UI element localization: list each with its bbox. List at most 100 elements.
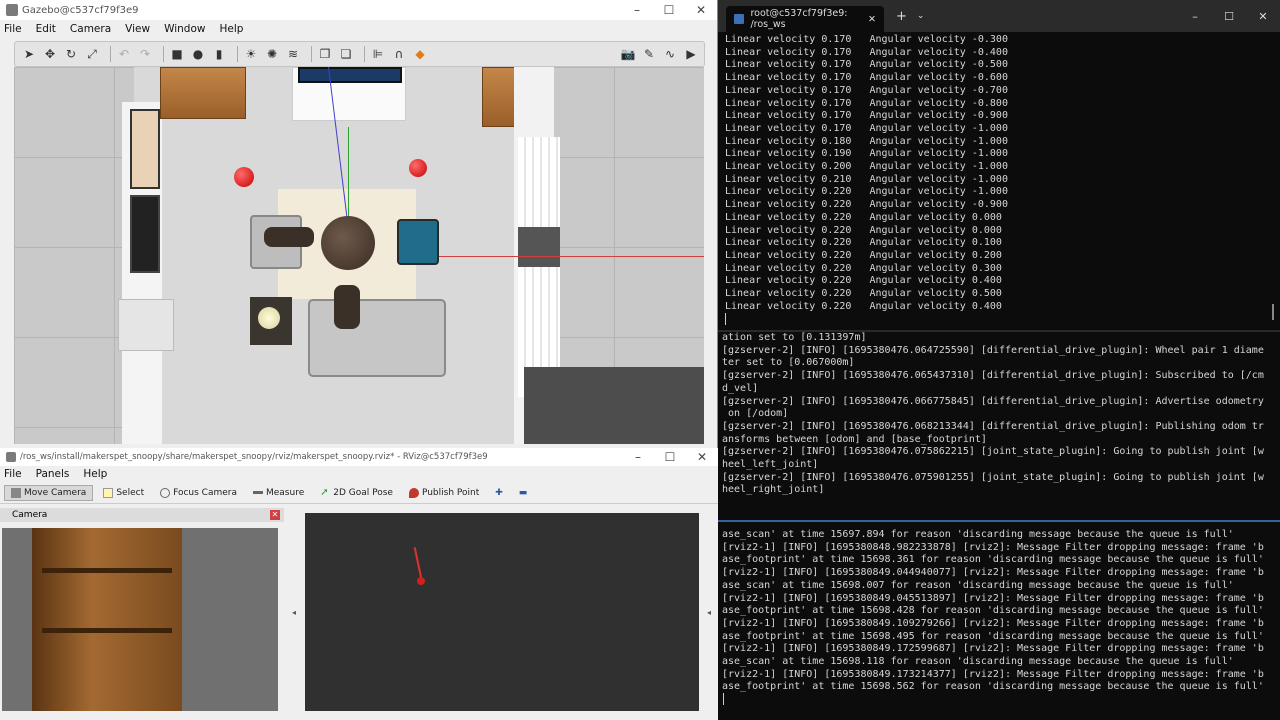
sphere-shape-icon[interactable]: ● <box>190 46 206 62</box>
terminal-pane-gzserver[interactable]: ation set to [0.131397m] [gzserver-2] [IN… <box>722 332 1278 516</box>
terminal-line: Linear velocity 0.220 Angular velocity 0… <box>725 211 1002 223</box>
scale-mode-icon[interactable]: ⤢ <box>84 46 100 62</box>
menu-window[interactable]: Window <box>164 23 205 35</box>
spot-light-icon[interactable]: ✺ <box>264 46 280 62</box>
menu-view[interactable]: View <box>125 23 150 35</box>
point-light-icon[interactable]: ☀ <box>243 46 259 62</box>
snap-icon[interactable]: ∩ <box>391 46 407 62</box>
menu-panels[interactable]: Panels <box>36 468 70 480</box>
copy-icon[interactable]: ❐ <box>317 46 333 62</box>
measure-tool[interactable]: Measure <box>247 486 310 500</box>
translate-mode-icon[interactable]: ✥ <box>42 46 58 62</box>
terminal-tab[interactable]: root@c537cf79f3e9: /ros_ws ✕ <box>726 6 884 32</box>
terminal-line: Linear velocity 0.170 Angular velocity -… <box>725 97 1008 109</box>
undo-icon[interactable]: ↶ <box>116 46 132 62</box>
terminal-line: ase_scan' at time 15698.118 for reason '… <box>722 656 1234 668</box>
directional-light-icon[interactable]: ≋ <box>285 46 301 62</box>
log-icon[interactable]: ✎ <box>641 46 657 62</box>
terminal-pane-teleop[interactable]: Linear velocity 0.170 Angular velocity -… <box>725 34 1273 330</box>
terminal-line: Linear velocity 0.180 Angular velocity -… <box>725 135 1008 147</box>
splitter-arrow-left-icon[interactable]: ◂ <box>292 608 296 617</box>
select-tool[interactable]: Select <box>97 486 150 500</box>
terminal-line: ase_scan' at time 15698.007 for reason '… <box>722 579 1234 591</box>
box-shape-icon[interactable]: ■ <box>169 46 185 62</box>
select-icon <box>103 487 114 498</box>
plot-icon[interactable]: ∿ <box>662 46 678 62</box>
maximize-icon[interactable]: ☐ <box>1212 10 1246 23</box>
screenshot-icon[interactable]: 📷 <box>620 46 636 62</box>
terminal-line: Linear velocity 0.220 Angular velocity 0… <box>725 288 1002 300</box>
change-view-icon[interactable]: ◆ <box>412 46 428 62</box>
terminal-line: d_vel] <box>722 382 759 394</box>
close-icon[interactable]: ✕ <box>685 3 717 17</box>
measure-label: Measure <box>265 487 305 498</box>
gazebo-3d-scene[interactable] <box>14 67 704 444</box>
align-icon[interactable]: ⊫ <box>370 46 386 62</box>
maximize-icon[interactable]: ☐ <box>653 3 685 17</box>
paste-icon[interactable]: ❏ <box>338 46 354 62</box>
wall-picture-dark <box>130 195 160 273</box>
maximize-icon[interactable]: ☐ <box>654 450 686 464</box>
rviz-titlebar: /ros_ws/install/makerspet_snoopy/share/m… <box>0 448 718 466</box>
rotate-mode-icon[interactable]: ↻ <box>63 46 79 62</box>
rviz-3d-view[interactable] <box>305 513 699 711</box>
armchair-teal <box>397 219 439 265</box>
add-tool-button[interactable]: ✚ <box>489 486 509 500</box>
terminal-line: [rviz2-1] [INFO] [1695380849.173214377] … <box>722 668 1264 680</box>
minimize-icon[interactable]: – <box>621 3 653 17</box>
camera-image-view[interactable] <box>2 528 278 711</box>
splitter-arrow-right-icon[interactable]: ◂ <box>707 608 711 617</box>
close-panel-icon[interactable]: ✕ <box>270 510 280 520</box>
terminal-line: heel_left_joint] <box>722 459 819 471</box>
close-icon[interactable]: ✕ <box>686 450 718 464</box>
tv-screen <box>298 67 402 83</box>
menu-edit[interactable]: Edit <box>36 23 56 35</box>
terminal-line: Linear velocity 0.170 Angular velocity -… <box>725 46 1008 58</box>
new-tab-icon[interactable]: + <box>896 9 907 24</box>
focus-camera-icon <box>160 487 171 498</box>
pane-divider-active[interactable] <box>718 520 1280 522</box>
redo-icon[interactable]: ↷ <box>137 46 153 62</box>
cylinder-shape-icon[interactable]: ▮ <box>211 46 227 62</box>
rviz-window-title: /ros_ws/install/makerspet_snoopy/share/m… <box>20 452 488 462</box>
chevron-down-icon[interactable]: ⌄ <box>917 11 925 21</box>
wall-picture-dog <box>130 109 160 189</box>
menu-file[interactable]: File <box>4 468 22 480</box>
menu-help[interactable]: Help <box>83 468 107 480</box>
menu-camera[interactable]: Camera <box>70 23 111 35</box>
close-tab-icon[interactable]: ✕ <box>868 14 876 25</box>
close-icon[interactable]: ✕ <box>1246 10 1280 23</box>
select-mode-icon[interactable]: ➤ <box>21 46 37 62</box>
focus-camera-tool[interactable]: Focus Camera <box>154 486 243 500</box>
remove-tool-button[interactable]: ▬ <box>513 486 534 500</box>
gazebo-titlebar: Gazebo@c537cf79f3e9 – ☐ ✕ <box>0 0 717 20</box>
minimize-icon[interactable]: – <box>622 450 654 464</box>
menu-help[interactable]: Help <box>219 23 243 35</box>
terminal-pane-rviz[interactable]: ase_scan' at time 15697.894 for reason '… <box>722 529 1278 709</box>
terminal-line: ter set to [0.067000m] <box>722 357 855 369</box>
curtain <box>518 137 560 397</box>
wooden-cabinet-left <box>160 67 246 119</box>
measure-icon <box>252 491 263 494</box>
terminal-line: Linear velocity 0.170 Angular velocity -… <box>725 72 1008 84</box>
terminal-line: ation set to [0.131397m] <box>722 332 867 343</box>
focus-camera-label: Focus Camera <box>173 487 237 498</box>
video-record-icon[interactable]: ▶ <box>683 46 699 62</box>
red-ball-right <box>409 159 427 177</box>
terminal-line: [gzserver-2] [INFO] [1695380476.06821334… <box>722 420 1264 432</box>
minimize-icon[interactable]: – <box>1178 10 1212 23</box>
terminal-line: [gzserver-2] [INFO] [1695380476.07586221… <box>722 446 1264 458</box>
terminal-line: [rviz2-1] [INFO] [1695380849.109279266] … <box>722 617 1264 629</box>
terminal-line: [rviz2-1] [INFO] [1695380848.982233878] … <box>722 541 1264 553</box>
publish-point-tool[interactable]: Publish Point <box>403 486 485 500</box>
menu-file[interactable]: File <box>4 23 22 35</box>
person-sitting-sofa <box>334 285 360 329</box>
scrollbar-thumb[interactable] <box>1272 304 1274 320</box>
select-label: Select <box>116 487 145 498</box>
terminal-line: Linear velocity 0.170 Angular velocity -… <box>725 122 1008 134</box>
terminal-tabbar: root@c537cf79f3e9: /ros_ws ✕ + ⌄ – ☐ ✕ <box>718 0 1280 32</box>
move-camera-tool[interactable]: Move Camera <box>4 484 94 501</box>
2d-goal-pose-tool[interactable]: ➚ 2D Goal Pose <box>314 486 399 500</box>
goal-arrow-icon: ➚ <box>320 486 329 498</box>
camera-panel-title: Camera <box>12 510 48 520</box>
